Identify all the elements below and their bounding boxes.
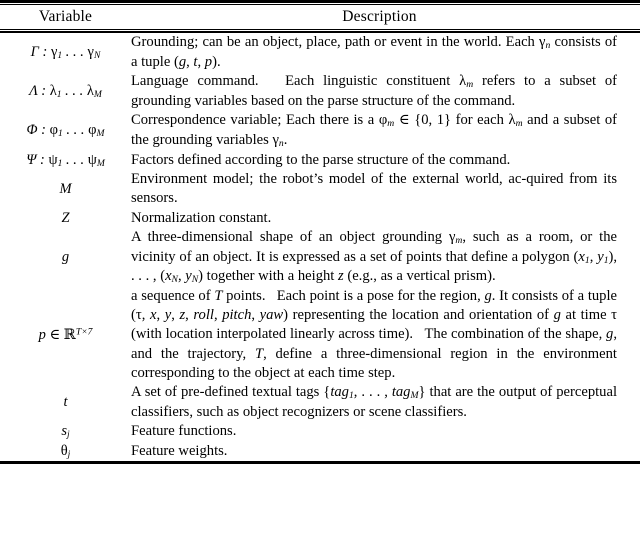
variable-cell-lambda: Λ : λ1 . . . λM [29, 82, 102, 100]
table-row: Λ : λ1 . . . λM Language command. Each li… [0, 72, 640, 111]
description-cell-t: A set of pre-defined textual tags {tag1,… [131, 384, 618, 420]
column-header-description: Description [342, 8, 417, 25]
column-header-variable: Variable [38, 8, 93, 25]
variable-description-table: Variable Description Γ : γ1 . . . γN Grou… [0, 0, 640, 465]
variable-cell-gamma: Γ : γ1 . . . γN [30, 43, 101, 61]
description-cell-p: a sequence of T points. Each point is a … [131, 288, 618, 381]
variable-cell-g: g [61, 248, 70, 265]
table-header-rule [0, 29, 640, 30]
variable-cell-p: p ∈ ℝT×7 [38, 326, 93, 343]
description-cell-theta_j: Feature weights. [131, 442, 228, 459]
table-bottom-rule [0, 461, 640, 465]
table-top-rule [0, 0, 640, 3]
description-cell-lambda: Language command. Each linguistic consti… [131, 72, 617, 109]
variable-cell-phi: Φ : φ1 . . . φM [26, 121, 105, 139]
variable-cell-M: M [59, 180, 72, 197]
description-cell-s_j: Feature functions. [131, 423, 237, 440]
table-body: Γ : γ1 . . . γN Grounding; can be an obje… [0, 33, 640, 461]
table-row: sj Feature functions. [0, 422, 640, 442]
table-row: g A three-dimensional shape of an object … [0, 228, 640, 287]
description-cell-gamma: Grounding; can be an object, place, path… [131, 34, 618, 70]
description-cell-psi: Factors defined according to the parse s… [131, 151, 511, 168]
variable-cell-s_j: sj [61, 423, 70, 441]
table-row: θj Feature weights. [0, 442, 640, 462]
table-row: t A set of pre-defined textual tags {tag1… [0, 383, 640, 422]
table-row: Z Normalization constant. [0, 209, 640, 228]
variable-cell-Z: Z [61, 209, 70, 226]
description-cell-M: Environment model; the robot’s model of … [131, 171, 617, 207]
variable-cell-theta_j: θj [60, 442, 71, 460]
variable-cell-t: t [63, 393, 68, 410]
table-row: p ∈ ℝT×7 a sequence of T points. Each poi… [0, 287, 640, 383]
description-cell-g: A three-dimensional shape of an object g… [131, 228, 618, 286]
table-header-row: Variable Description [0, 5, 640, 29]
table-row: Φ : φ1 . . . φM Correspondence variable; … [0, 111, 640, 151]
table-row: Γ : γ1 . . . γN Grounding; can be an obje… [0, 33, 640, 72]
variable-cell-psi: Ψ : ψ1 . . . ψM [26, 151, 105, 169]
description-cell-phi: Correspondence variable; Each there is a… [131, 111, 617, 149]
description-cell-Z: Normalization constant. [131, 209, 272, 226]
table-row: M Environment model; the robot’s model of… [0, 170, 640, 208]
table-row: Ψ : ψ1 . . . ψM Factors defined according… [0, 151, 640, 171]
